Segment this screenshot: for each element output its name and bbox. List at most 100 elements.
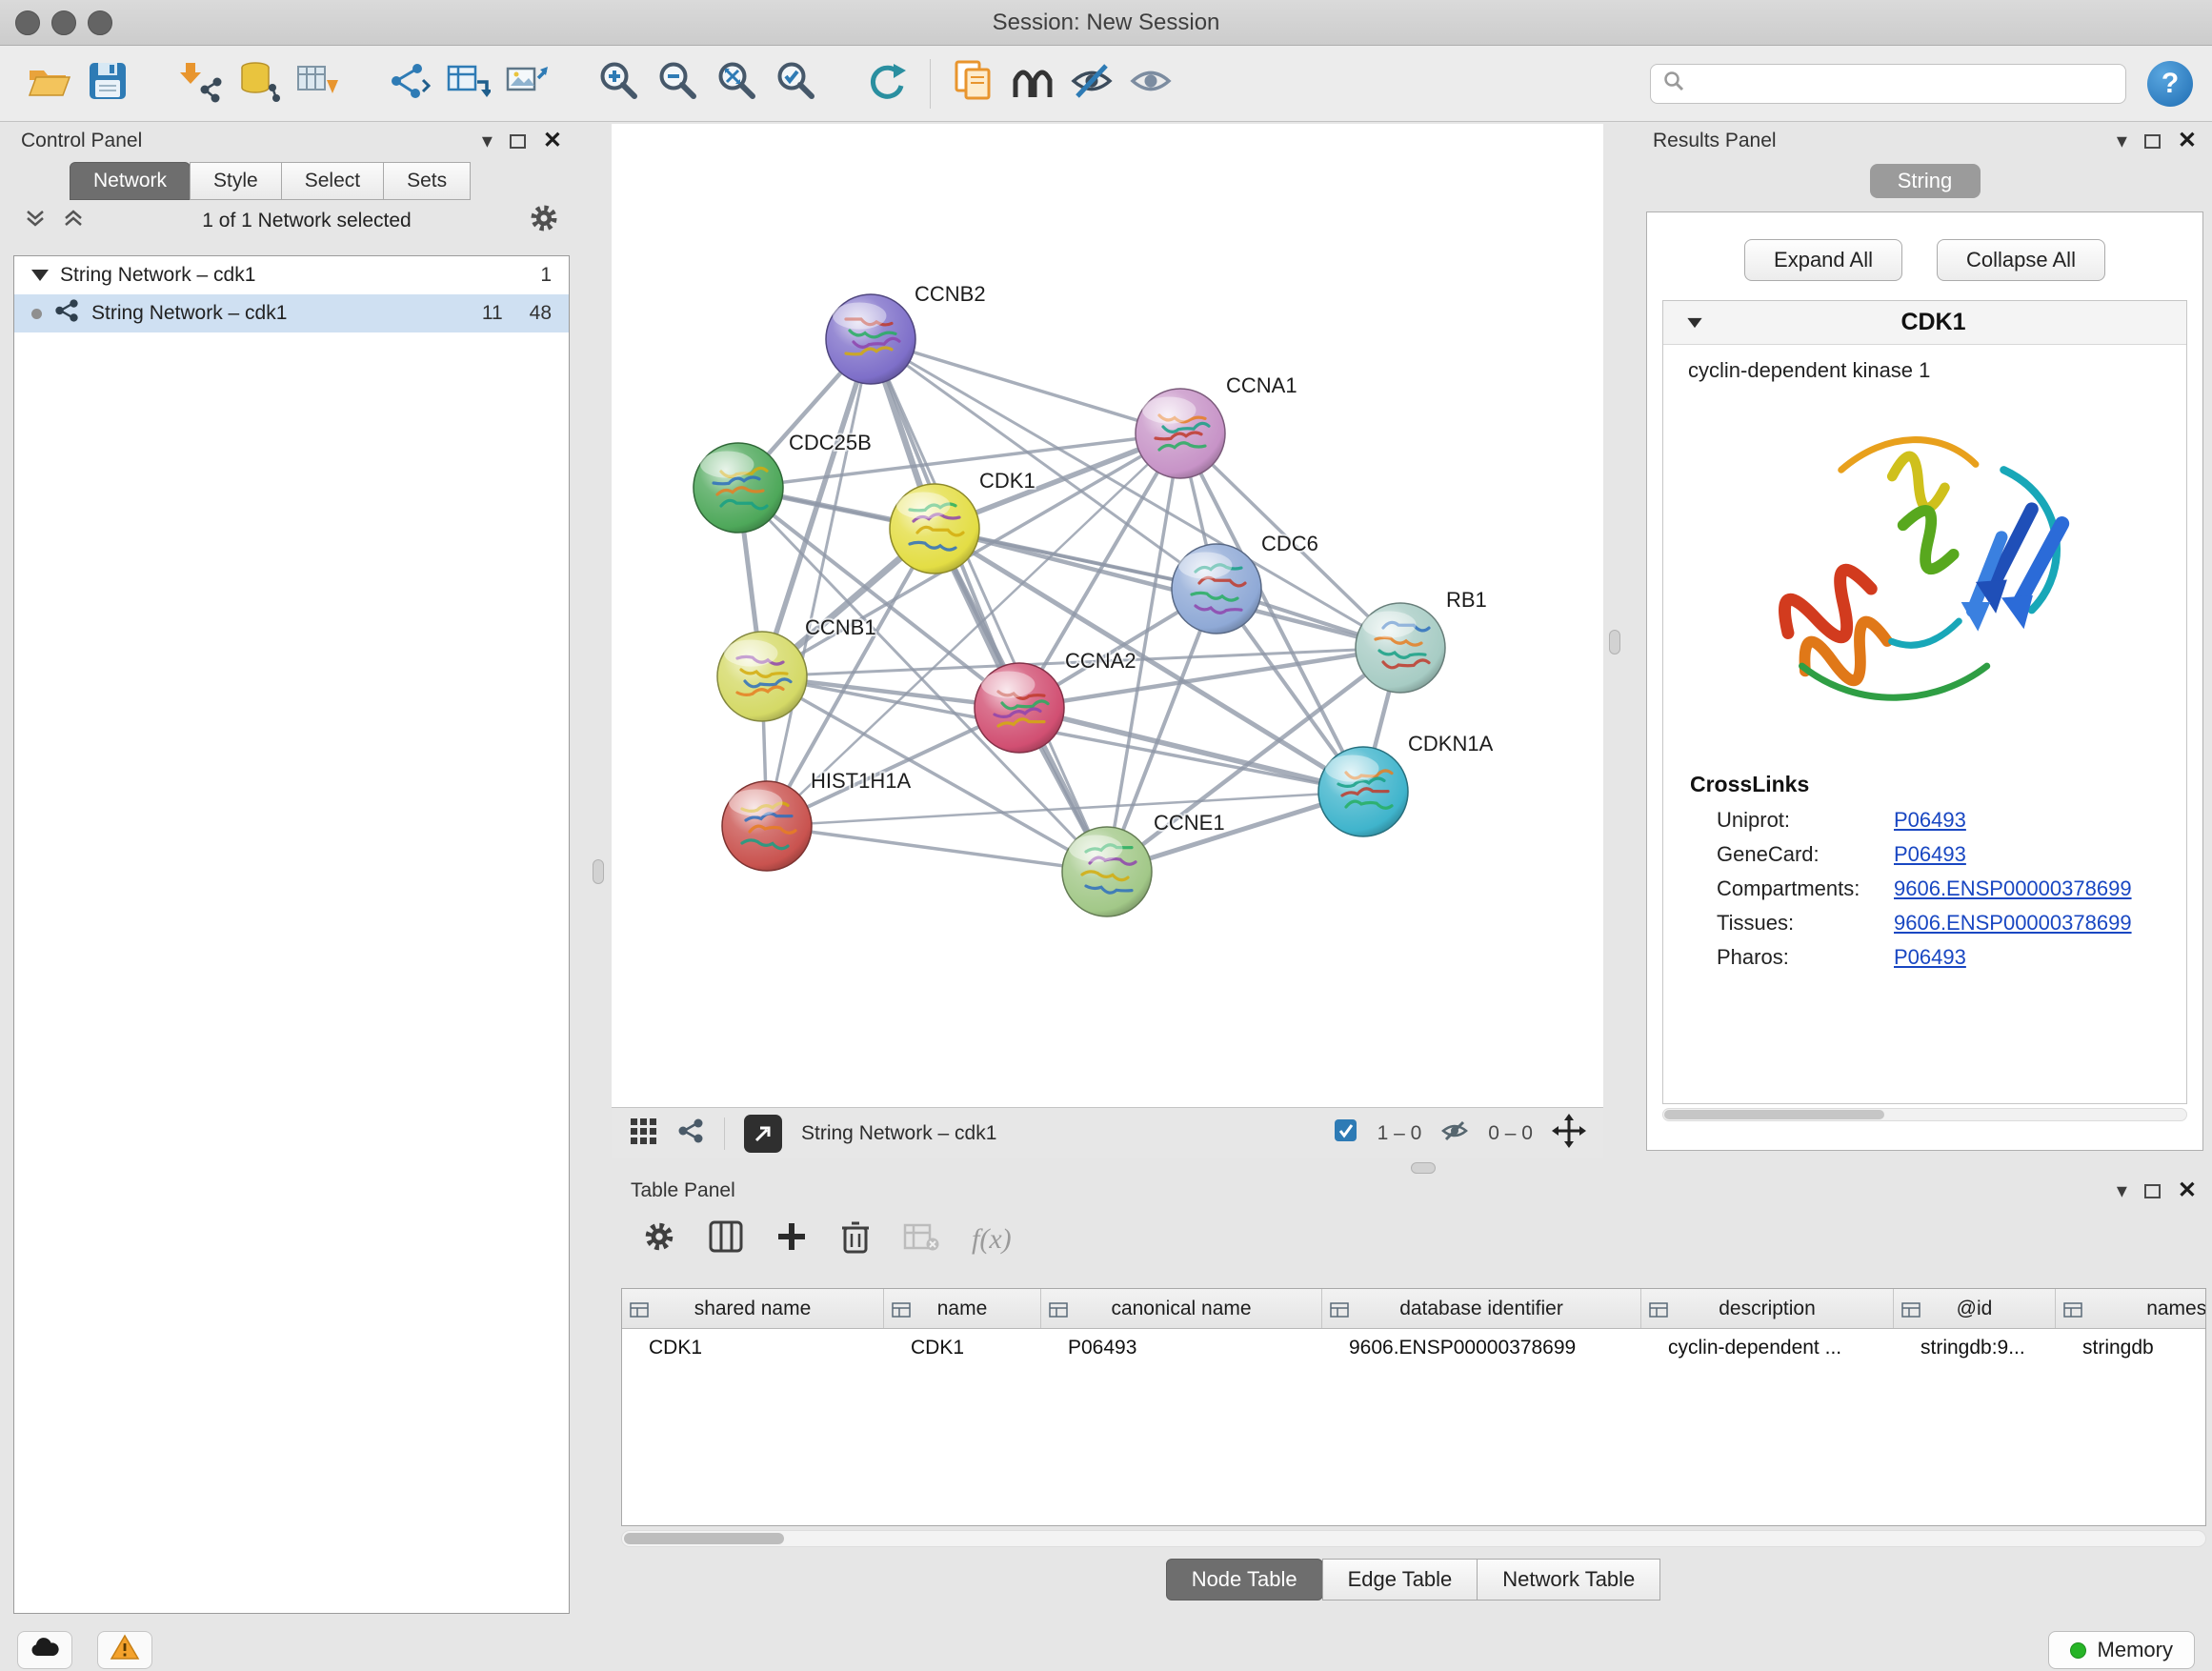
new-network-button[interactable] [379,54,438,113]
crosslink-link[interactable]: P06493 [1894,945,1966,970]
help-icon: ? [2162,68,2179,100]
toolbar-search[interactable] [1650,64,2126,104]
open-in-new-window-button[interactable] [744,1115,782,1153]
delete-column-trash-icon[interactable] [840,1219,871,1259]
copy-document-button[interactable] [944,54,1003,113]
new-network-icon [387,59,431,109]
tab-select[interactable]: Select [281,162,384,200]
export-image-button[interactable] [497,54,556,113]
zoom-fit-button[interactable] [707,54,766,113]
first-neighbors-button[interactable] [1003,54,1062,113]
show-columns-icon[interactable] [709,1220,743,1258]
column-header[interactable]: database identifier [1322,1289,1641,1328]
memory-label: Memory [2098,1638,2173,1662]
table-row[interactable]: CDK1 CDK1 P06493 9606.ENSP00000378699 cy… [622,1329,2205,1367]
zoom-out-button[interactable] [648,54,707,113]
node-table[interactable]: shared name name canonical name database… [621,1288,2206,1526]
crosslink-link[interactable]: P06493 [1894,808,1966,833]
import-table-button[interactable] [288,54,347,113]
collapse-all-networks-icon[interactable] [23,208,48,234]
cloud-status-button[interactable] [17,1631,72,1669]
clone-network-button[interactable] [438,54,497,113]
show-all-button[interactable] [1121,54,1180,113]
column-sort-icon [1330,1300,1349,1323]
bottom-splitter-handle[interactable] [1411,1162,1436,1174]
tab-network-table[interactable]: Network Table [1477,1559,1660,1601]
memory-button[interactable]: Memory [2048,1631,2195,1669]
warnings-button[interactable] [97,1631,152,1669]
table-type-tabs: Node Table Edge Table Network Table [617,1559,2210,1601]
protein-structure-image [1735,400,2116,753]
selected-checkbox-icon[interactable] [1333,1117,1358,1149]
column-header[interactable]: namespace [2056,1289,2206,1328]
network-collection-row[interactable]: String Network – cdk1 1 [14,256,569,294]
expand-all-networks-icon[interactable] [61,208,86,234]
results-panel-menu-icon[interactable]: ▾ [2117,131,2127,151]
crosslink-link[interactable]: 9606.ENSP00000378699 [1894,911,2132,936]
column-header[interactable]: @id [1894,1289,2056,1328]
pan-crosshair-icon[interactable] [1552,1114,1586,1154]
panel-float-icon[interactable] [510,134,526,149]
import-network-file-button[interactable] [170,54,229,113]
view-share-icon[interactable] [676,1117,705,1151]
refresh-icon [864,58,910,110]
crosslink-label: Tissues: [1717,911,1894,936]
column-header[interactable]: canonical name [1041,1289,1322,1328]
panel-menu-icon[interactable]: ▾ [482,131,493,151]
crosslink-link[interactable]: P06493 [1894,842,1966,867]
left-splitter-handle[interactable] [593,859,604,884]
collection-label: String Network – cdk1 [60,264,255,287]
birds-eye-grid-icon[interactable] [629,1117,657,1151]
table-panel-float-icon[interactable] [2144,1184,2161,1198]
hide-selected-button[interactable] [1062,54,1121,113]
open-session-button[interactable] [19,54,78,113]
results-horizontal-scrollbar[interactable] [1662,1108,2187,1121]
expand-all-button[interactable]: Expand All [1744,239,1902,281]
zoom-selected-button[interactable] [766,54,825,113]
title-bar: Session: New Session [0,0,2212,46]
zoom-in-button[interactable] [589,54,648,113]
svg-text:CDK1: CDK1 [979,469,1036,493]
column-header[interactable]: description [1641,1289,1894,1328]
refresh-button[interactable] [857,54,916,113]
crosslinks-title: CrossLinks [1663,753,2186,803]
svg-text:HIST1H1A: HIST1H1A [811,769,911,793]
results-panel-close-icon[interactable]: ✕ [2178,130,2197,152]
tab-network[interactable]: Network [70,162,191,200]
tab-style[interactable]: Style [190,162,282,200]
network-row[interactable]: String Network – cdk1 11 48 [14,294,569,332]
panel-close-icon[interactable]: ✕ [543,130,562,152]
gene-expander-icon[interactable] [1687,317,1701,327]
network-share-icon [53,297,80,330]
string-tab-badge[interactable]: String [1870,164,1981,198]
table-panel-menu-icon[interactable]: ▾ [2117,1180,2127,1201]
save-session-button[interactable] [78,54,137,113]
right-splitter-handle[interactable] [1609,630,1620,654]
collapse-all-button[interactable]: Collapse All [1937,239,2105,281]
svg-text:CCNB1: CCNB1 [805,615,876,639]
svg-text:CDC6: CDC6 [1261,532,1318,555]
search-input[interactable] [1685,72,2114,95]
hidden-eye-slash-icon[interactable] [1440,1118,1469,1149]
column-header[interactable]: name [884,1289,1041,1328]
create-column-plus-icon[interactable] [775,1220,808,1258]
tab-node-table[interactable]: Node Table [1166,1559,1323,1601]
collection-expander-icon[interactable] [31,270,49,281]
network-options-gear-icon[interactable] [528,202,560,240]
tab-sets[interactable]: Sets [383,162,471,200]
table-options-gear-icon[interactable] [642,1219,676,1259]
crosslink-link[interactable]: 9606.ENSP00000378699 [1894,876,2132,901]
column-header[interactable]: shared name [622,1289,884,1328]
string-network-graph[interactable]: CCNB2CCNA1CDC25BCDK1CDC6RB1CCNB1CCNA2CDK… [612,124,1603,1107]
import-network-database-button[interactable] [229,54,288,113]
table-horizontal-scrollbar[interactable] [621,1530,2206,1547]
help-button[interactable]: ? [2147,61,2193,107]
results-panel-float-icon[interactable] [2144,134,2161,149]
table-panel-close-icon[interactable]: ✕ [2178,1179,2197,1202]
gene-section-header[interactable]: CDK1 [1663,301,2186,345]
tab-edge-table[interactable]: Edge Table [1322,1559,1478,1601]
column-sort-icon [892,1300,911,1323]
network-canvas[interactable]: CCNB2CCNA1CDC25BCDK1CDC6RB1CCNB1CCNA2CDK… [612,124,1603,1107]
crosslink-row: Tissues: 9606.ENSP00000378699 [1663,906,2186,940]
node-count: 11 [482,302,503,325]
